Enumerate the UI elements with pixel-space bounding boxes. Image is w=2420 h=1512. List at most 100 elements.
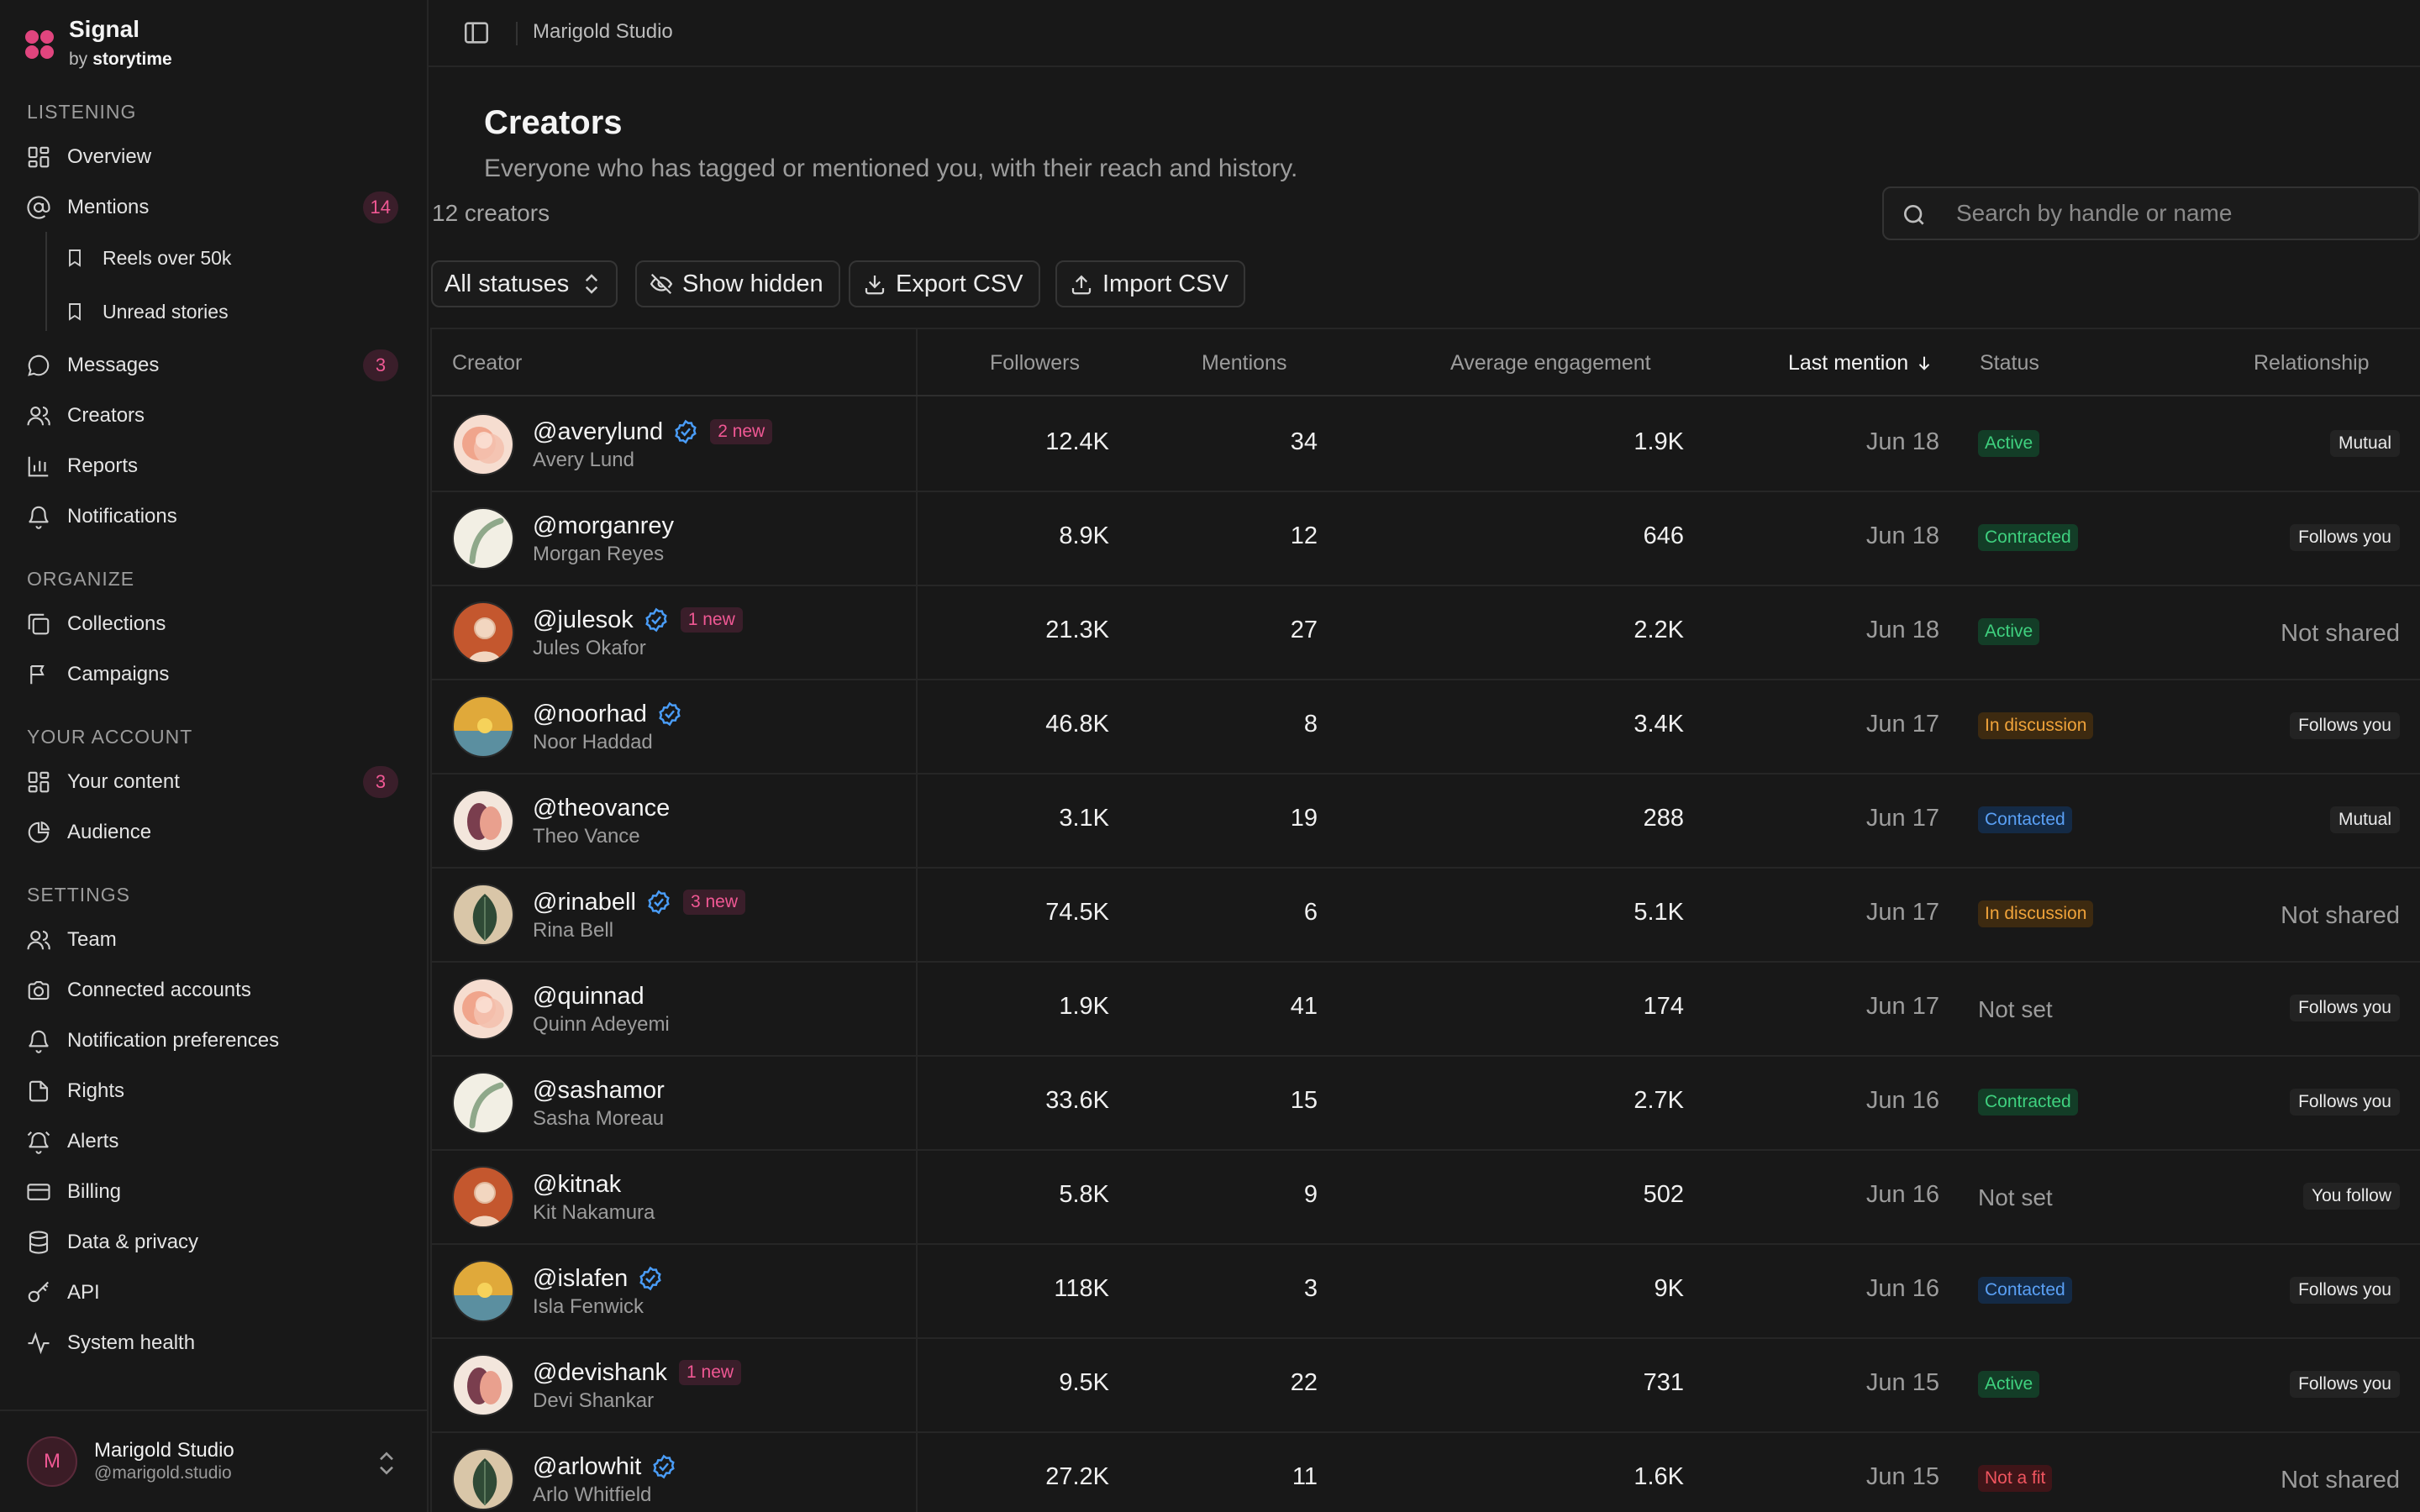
brand[interactable]: Signal by storytime xyxy=(24,15,172,72)
sidebar-item-messages[interactable]: Messages 3 xyxy=(15,344,413,387)
mentions-value: 12 xyxy=(1290,522,1318,549)
sidebar-toggle-icon[interactable] xyxy=(462,18,491,47)
column-header-last-mention[interactable]: Last mention xyxy=(1788,351,1933,375)
sidebar-item-unread-stories[interactable]: Unread stories xyxy=(54,290,413,333)
relationship-badge: Follows you xyxy=(2290,712,2400,739)
creator-avatar[interactable] xyxy=(452,978,514,1040)
table-row[interactable]: @devishank 1 new Devi Shankar 9.5K 22 731 Jun … xyxy=(432,1339,2420,1433)
creator-avatar[interactable] xyxy=(452,1260,514,1322)
sidebar-item-reels-over-50k[interactable]: Reels over 50k xyxy=(54,236,413,280)
creator-avatar[interactable] xyxy=(452,1166,514,1228)
column-header-mentions[interactable]: Mentions xyxy=(1202,351,1286,375)
brand-by: by xyxy=(69,50,88,69)
status-badge[interactable]: Contacted xyxy=(1978,806,2072,833)
sidebar-item-connected-accounts[interactable]: Connected accounts xyxy=(15,969,413,1012)
sidebar-item-overview[interactable]: Overview xyxy=(15,135,413,179)
mentions-value: 3 xyxy=(1303,1275,1318,1302)
handle-line: @islafen xyxy=(533,1262,663,1295)
sidebar-item-reports[interactable]: Reports xyxy=(15,444,413,488)
status-badge[interactable]: Active xyxy=(1978,1371,2040,1398)
table-row[interactable]: @rinabell 3 new Rina Bell 74.5K 6 5.1K Jun 17 I… xyxy=(432,869,2420,963)
sidebar-item-your-content[interactable]: Your content 3 xyxy=(15,760,413,804)
creator-avatar[interactable] xyxy=(452,1072,514,1134)
relationship-badge: Follows you xyxy=(2290,1371,2400,1398)
column-header-engagement[interactable]: Average engagement xyxy=(1450,351,1651,375)
column-header-creator[interactable]: Creator xyxy=(452,351,522,375)
status-badge[interactable]: In discussion xyxy=(1978,900,2094,927)
creator-avatar[interactable] xyxy=(452,1448,514,1510)
export-csv-button[interactable]: Export CSV xyxy=(849,260,1040,307)
status-text[interactable]: Not set xyxy=(1978,1181,2053,1215)
last-mention-date: Jun 18 xyxy=(1865,522,1939,549)
status-badge[interactable]: Contacted xyxy=(1978,1277,2072,1304)
sidebar-item-campaigns[interactable]: Campaigns xyxy=(15,653,413,696)
creator-avatar[interactable] xyxy=(452,601,514,664)
status-badge[interactable]: In discussion xyxy=(1978,712,2094,739)
show-hidden-button[interactable]: Show hidden xyxy=(635,260,840,307)
status-badge[interactable]: Not a fit xyxy=(1978,1465,2053,1492)
status-badge[interactable]: Contracted xyxy=(1978,524,2078,551)
creator-avatar[interactable] xyxy=(452,790,514,852)
breadcrumb[interactable]: Marigold Studio xyxy=(533,20,673,44)
sidebar-item-collections[interactable]: Collections xyxy=(15,602,413,646)
creator-handle[interactable]: @julesok xyxy=(533,606,634,634)
divider xyxy=(516,22,518,45)
creator-handle[interactable]: @averylund xyxy=(533,418,663,446)
creator-handle[interactable]: @rinabell xyxy=(533,889,636,916)
search-box[interactable] xyxy=(1882,186,2420,240)
status-badge[interactable]: Active xyxy=(1978,430,2040,457)
status-filter-select[interactable]: All statuses xyxy=(431,260,618,307)
creator-handle[interactable]: @devishank xyxy=(533,1359,667,1387)
creator-handle[interactable]: @noorhad xyxy=(533,701,647,728)
table-row[interactable]: @morganrey Morgan Reyes 8.9K 12 646 Jun 18 Con… xyxy=(432,492,2420,586)
account-switcher[interactable]: M Marigold Studio @marigold.studio xyxy=(0,1410,427,1512)
status-badge[interactable]: Contracted xyxy=(1978,1089,2078,1116)
creator-handle[interactable]: @morganrey xyxy=(533,512,674,540)
creator-avatar[interactable] xyxy=(452,413,514,475)
table-row[interactable]: @kitnak Kit Nakamura 5.8K 9 502 Jun 16 Not set… xyxy=(432,1151,2420,1245)
creator-handle[interactable]: @sashamor xyxy=(533,1077,665,1105)
creator-avatar[interactable] xyxy=(452,884,514,946)
export-csv-label: Export CSV xyxy=(896,270,1023,297)
creator-handle[interactable]: @arlowhit xyxy=(533,1453,641,1481)
table-row[interactable]: @noorhad Noor Haddad 46.8K 8 3.4K Jun 17 In di… xyxy=(432,680,2420,774)
creator-avatar[interactable] xyxy=(452,1354,514,1416)
creator-handle[interactable]: @quinnad xyxy=(533,983,644,1011)
sidebar-item-data-privacy[interactable]: Data & privacy xyxy=(15,1221,413,1264)
creator-avatar[interactable] xyxy=(452,696,514,758)
table-row[interactable]: @arlowhit Arlo Whitfield 27.2K 11 1.6K Jun 15… xyxy=(432,1433,2420,1512)
table-row[interactable]: @sashamor Sasha Moreau 33.6K 15 2.7K Jun 16 Co… xyxy=(432,1057,2420,1151)
mentions-value: 6 xyxy=(1303,899,1318,926)
table-row[interactable]: @julesok 1 new Jules Okafor 21.3K 27 2.2K Jun … xyxy=(432,586,2420,680)
sidebar-item-rights[interactable]: Rights xyxy=(15,1069,413,1113)
table-row[interactable]: @quinnad Quinn Adeyemi 1.9K 41 174 Jun 17 Not … xyxy=(432,963,2420,1057)
sidebar-item-billing[interactable]: Billing xyxy=(15,1170,413,1214)
creator-handle[interactable]: @islafen xyxy=(533,1265,628,1293)
sidebar-item-alerts[interactable]: Alerts xyxy=(15,1120,413,1163)
table-row[interactable]: @islafen Isla Fenwick 118K 3 9K Jun 16 Contact… xyxy=(432,1245,2420,1339)
table-row[interactable]: @averylund 2 new Avery Lund 12.4K 34 1.9K Jun … xyxy=(432,398,2420,492)
column-header-status[interactable]: Status xyxy=(1980,351,2039,375)
creator-handle[interactable]: @kitnak xyxy=(533,1171,621,1199)
import-csv-button[interactable]: Import CSV xyxy=(1055,260,1245,307)
sidebar-item-api[interactable]: API xyxy=(15,1271,413,1315)
last-mention-date: Jun 17 xyxy=(1865,993,1939,1020)
sidebar-item-mentions[interactable]: Mentions 14 xyxy=(15,186,413,229)
creator-handle[interactable]: @theovance xyxy=(533,795,670,822)
column-header-relationship[interactable]: Relationship xyxy=(2254,351,2370,375)
upload-icon xyxy=(1071,275,1092,295)
column-header-followers[interactable]: Followers xyxy=(990,351,1080,375)
sidebar-item-team[interactable]: Team xyxy=(15,918,413,962)
sidebar-item-notifications[interactable]: Notifications xyxy=(15,495,413,538)
status-text[interactable]: Not set xyxy=(1978,993,2053,1026)
sidebar-item-creators[interactable]: Creators xyxy=(15,394,413,438)
sidebar-item-notification-preferences[interactable]: Notification preferences xyxy=(15,1019,413,1063)
activity-icon xyxy=(25,1330,52,1357)
table-row[interactable]: @theovance Theo Vance 3.1K 19 288 Jun 17 Conta… xyxy=(432,774,2420,869)
search-input[interactable] xyxy=(1956,197,2393,230)
bar-chart-icon xyxy=(25,453,52,480)
creator-avatar[interactable] xyxy=(452,507,514,570)
status-badge[interactable]: Active xyxy=(1978,618,2040,645)
sidebar-item-system-health[interactable]: System health xyxy=(15,1321,413,1365)
sidebar-item-audience[interactable]: Audience xyxy=(15,811,413,854)
